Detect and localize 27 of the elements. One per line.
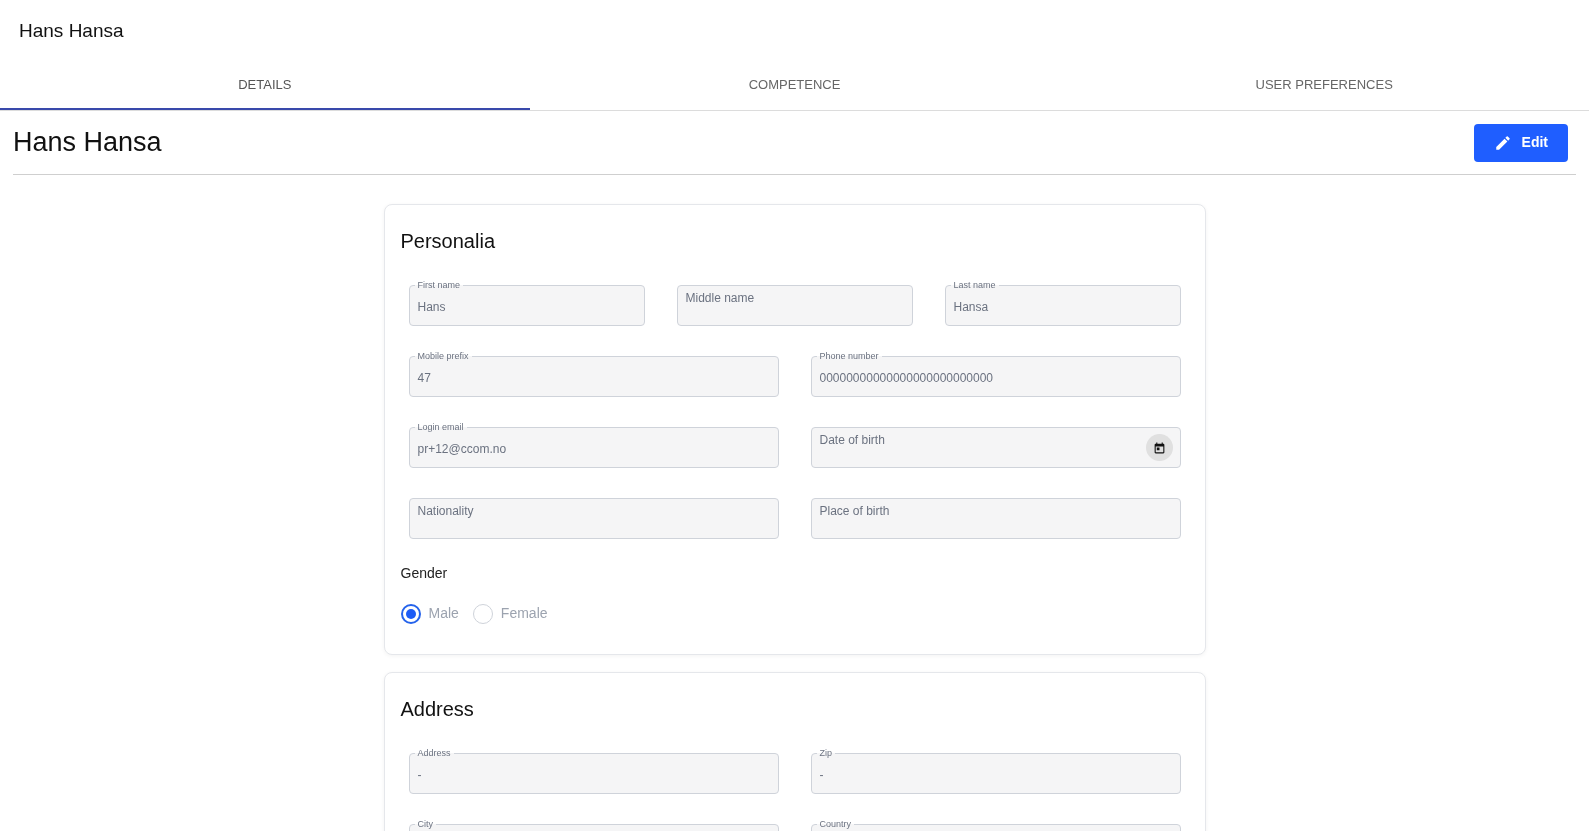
app-title: Hans Hansa xyxy=(19,18,124,43)
input-field[interactable]: Nationality xyxy=(408,498,779,539)
field-label: City xyxy=(414,818,436,830)
field-label: Zip xyxy=(816,747,835,759)
input-field[interactable]: Middle name xyxy=(676,285,913,326)
input-field[interactable]: Place of birth xyxy=(810,498,1181,539)
page-title: Hans Hansa xyxy=(13,126,162,160)
tab[interactable]: USER PREFERENCES xyxy=(1059,62,1589,110)
field-label: Address xyxy=(414,747,454,759)
edit-button[interactable]: Edit xyxy=(1473,123,1568,162)
calendar-icon xyxy=(1152,440,1166,455)
field-label: Mobile prefix xyxy=(414,350,472,362)
tab[interactable]: DETAILS xyxy=(0,62,530,110)
field-label: Login email xyxy=(414,421,467,433)
field-label: Country xyxy=(816,818,854,830)
field-label: Phone number xyxy=(816,350,882,362)
gender-label: Gender xyxy=(400,564,448,582)
radio-option[interactable]: Male xyxy=(400,603,459,624)
tab[interactable]: COMPETENCE xyxy=(529,62,1060,110)
pencil-icon xyxy=(1493,133,1512,152)
radio-option[interactable]: Female xyxy=(472,603,548,624)
section-title: Address xyxy=(400,697,475,721)
field-label: First name xyxy=(414,279,463,291)
date-field[interactable]: Date of birth xyxy=(810,427,1181,468)
radio-selected-icon[interactable] xyxy=(400,603,421,624)
field-label: Last name xyxy=(950,279,999,291)
section-title: Personalia xyxy=(400,229,496,253)
